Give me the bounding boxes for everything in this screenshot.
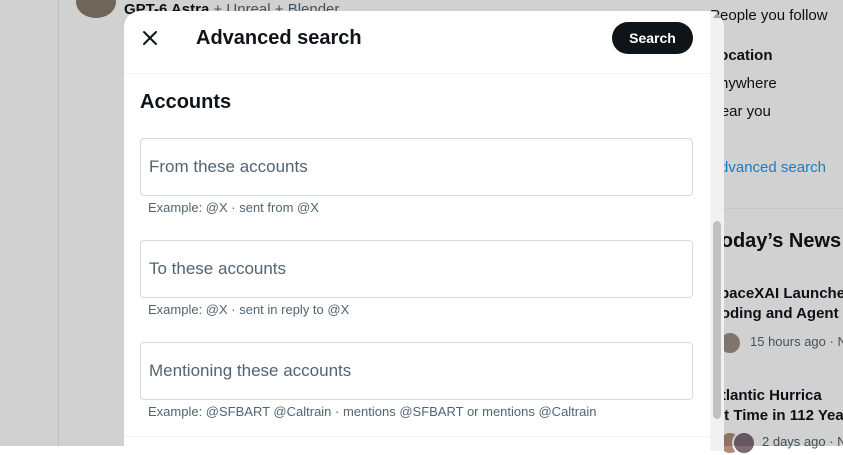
section-divider [124,436,724,437]
accounts-section-title: Accounts [140,91,232,113]
from-accounts-field[interactable] [140,138,693,196]
scroll-up-arrow-icon[interactable] [713,13,721,18]
from-accounts-hint: Example: @X · sent from @X [148,200,319,215]
mentioning-accounts-hint: Example: @SFBART @Caltrain · mentions @S… [148,404,597,419]
advanced-search-dialog: Advanced search Search Accounts Example:… [124,11,724,451]
close-button[interactable] [134,22,166,54]
to-accounts-input[interactable] [141,241,692,297]
mentioning-accounts-input[interactable] [141,343,692,399]
from-accounts-input[interactable] [141,139,692,195]
mentioning-accounts-field[interactable] [140,342,693,400]
search-button[interactable]: Search [612,22,693,54]
to-accounts-field[interactable] [140,240,693,298]
close-icon [143,31,157,45]
dialog-title: Advanced search [196,27,362,49]
dialog-scrollbar[interactable] [710,11,724,451]
to-accounts-hint: Example: @X · sent in reply to @X [148,302,350,317]
dialog-header: Advanced search Search [124,11,724,74]
scrollbar-thumb[interactable] [713,221,721,419]
